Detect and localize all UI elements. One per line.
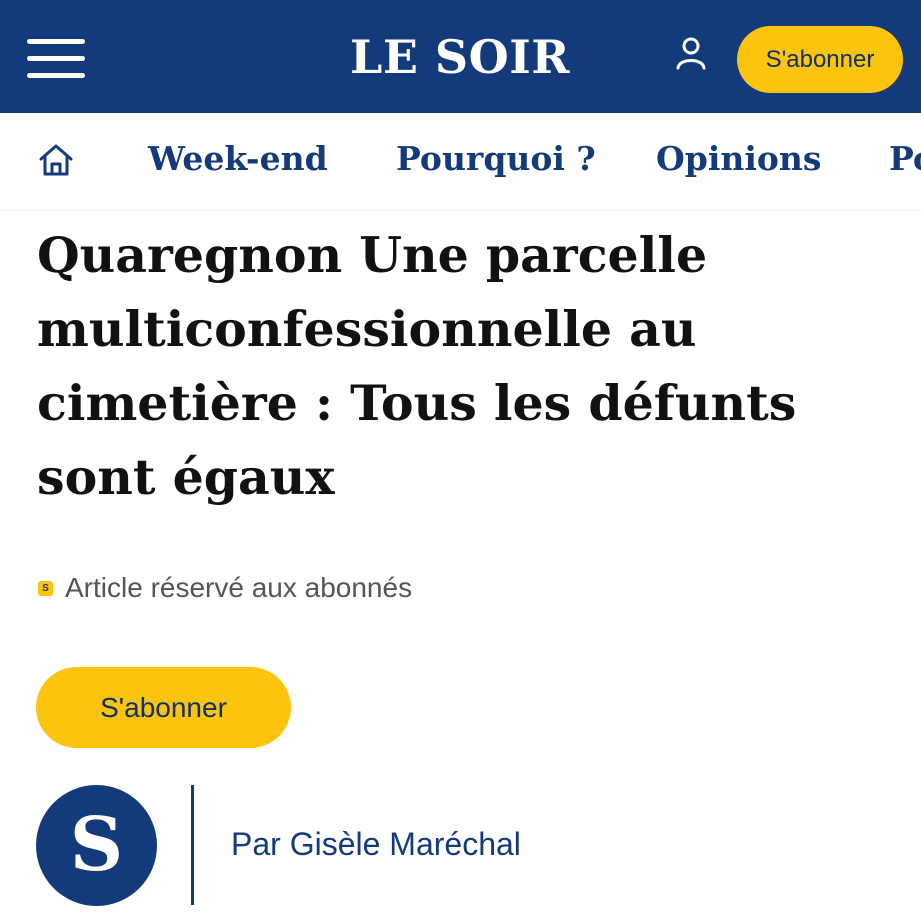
site-logo[interactable]: LE SOIR — [300, 26, 620, 88]
top-header: LE SOIR S'abonner — [0, 0, 921, 113]
home-icon[interactable] — [36, 140, 76, 180]
menu-line — [27, 56, 85, 61]
premium-notice: S Article réservé aux abonnés — [38, 568, 412, 608]
author-divider — [191, 785, 194, 905]
premium-badge-icon: S — [38, 580, 53, 596]
premium-label: Article réservé aux abonnés — [65, 572, 413, 603]
user-icon[interactable] — [671, 34, 711, 74]
section-nav: Week-end Pourquoi ? Opinions Po — [0, 113, 921, 211]
menu-line — [27, 73, 85, 78]
subscribe-button-header[interactable]: S'abonner — [737, 26, 903, 93]
nav-item-pourquoi[interactable]: Pourquoi ? — [396, 137, 596, 181]
subscribe-button[interactable]: S'abonner — [36, 667, 291, 748]
nav-item-week-end[interactable]: Week-end — [148, 137, 328, 181]
nav-item-opinions[interactable]: Opinions — [656, 137, 821, 181]
article-headline: Quaregnon Une parcelle multiconfessionne… — [37, 226, 797, 506]
hamburger-menu-icon[interactable] — [27, 39, 85, 79]
nav-item-partial[interactable]: Po — [889, 137, 921, 181]
author-avatar: S — [36, 785, 157, 906]
menu-line — [27, 39, 85, 44]
author-byline[interactable]: Par Gisèle Maréchal — [231, 822, 521, 866]
